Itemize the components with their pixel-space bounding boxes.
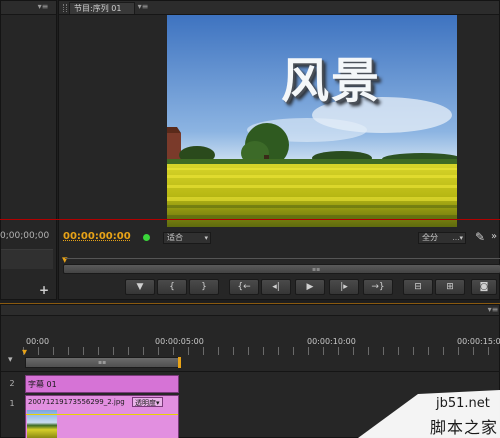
video-preview: 风景 <box>167 15 457 227</box>
work-area-end-handle[interactable] <box>178 357 181 368</box>
timeline-ruler[interactable]: 00:00 00:00:05:00 00:00:10:00 00:00:15:0… <box>23 333 500 357</box>
extract-button[interactable]: ⊞ <box>435 279 465 295</box>
tab-program-sequence[interactable]: 节目:序列 01 <box>69 2 135 14</box>
program-ruler <box>65 250 500 259</box>
marker-icon[interactable]: ▾ <box>8 355 13 365</box>
go-to-out-button[interactable]: →} <box>363 279 393 295</box>
add-marker-button[interactable]: ▼ <box>125 279 155 295</box>
panel-menu-icon[interactable]: ▾≡ <box>487 305 499 316</box>
track-separator <box>1 371 500 372</box>
clip-label: 字幕 01 <box>28 380 57 389</box>
ruler-label-2: 00:00:10:00 <box>307 337 356 346</box>
resolution-dropdown[interactable]: 全分 …▾ <box>418 232 466 244</box>
lift-button[interactable]: ⊟ <box>403 279 433 295</box>
add-icon[interactable]: + <box>39 283 49 297</box>
mark-out-button[interactable]: } <box>189 279 219 295</box>
ruler-label-3: 00:00:15:00 <box>457 337 500 346</box>
effect-dropdown[interactable]: 透明度▾ <box>132 397 163 407</box>
chevron-down-icon: …▾ <box>452 234 463 242</box>
source-timecode: 0;00;00;00 <box>0 231 50 241</box>
ruler-ticks <box>23 347 500 355</box>
work-area-grip: ▪▪ <box>98 359 107 366</box>
program-monitor-header: 节目:序列 01 ▾≡ <box>59 1 499 15</box>
effect-label: 透明度 <box>135 399 156 407</box>
title-clip[interactable]: 字幕 01 <box>25 375 179 393</box>
mark-in-button[interactable]: { <box>157 279 187 295</box>
step-back-button[interactable]: ◂| <box>261 279 291 295</box>
track-number: 2 <box>9 379 15 388</box>
image-title-text: 风景 <box>281 53 382 109</box>
video-clip[interactable]: 20071219173556299_2.jpg 透明度▾ <box>25 395 179 438</box>
go-to-in-button[interactable]: {← <box>229 279 259 295</box>
panel-menu-icon[interactable]: ▾≡ <box>37 2 49 13</box>
source-scrub-bar[interactable] <box>1 249 53 269</box>
source-panel: ▾≡ 0;00;00;00 + <box>0 0 57 300</box>
program-monitor: 节目:序列 01 ▾≡ 风景 00:00:00:00 适合 ▾ 全分 …▾ ✎ … <box>0 0 500 300</box>
ruler-label-0: 00:00 <box>26 337 50 346</box>
resolution-label: 全分 <box>422 233 438 242</box>
wrench-icon[interactable]: ✎ <box>475 230 485 244</box>
work-area-bar[interactable]: ▪▪ <box>25 357 181 368</box>
premiere-workspace: ▾≡ 0;00;00;00 + 节目:序列 01 ▾≡ 风景 00:00:00:… <box>0 0 500 438</box>
panel-grip-icon <box>63 4 67 12</box>
fit-dropdown[interactable]: 适合 ▾ <box>163 232 211 244</box>
opacity-line[interactable] <box>26 414 178 415</box>
track-number: 1 <box>9 399 15 408</box>
watermark: jb51.net 脚本之家 <box>358 390 500 438</box>
playhead-line <box>0 219 500 220</box>
chevron-down-icon: ▾ <box>156 399 160 407</box>
clip-label: 20071219173556299_2.jpg <box>28 398 125 406</box>
watermark-brand: 脚本之家 <box>430 418 499 437</box>
chevron-down-icon: ▾ <box>204 234 208 242</box>
zoom-scroll-bar[interactable]: ▪▪ <box>63 264 500 274</box>
step-forward-button[interactable]: |▸ <box>329 279 359 295</box>
export-frame-button[interactable]: ◙ <box>471 279 497 295</box>
watermark-site: jb51.net <box>436 396 490 411</box>
source-panel-header: ▾≡ <box>1 1 56 15</box>
panel-menu-icon[interactable]: ▾≡ <box>137 2 149 13</box>
fit-label: 适合 <box>167 233 183 242</box>
ruler-label-1: 00:00:05:00 <box>155 337 204 346</box>
current-timecode[interactable]: 00:00:00:00 <box>63 231 131 242</box>
play-button[interactable]: ▶ <box>295 279 325 295</box>
scroll-grip: ▪▪ <box>312 266 321 273</box>
status-dot-icon <box>143 234 150 241</box>
timeline-panel-header: ▾≡ <box>1 305 499 316</box>
expand-icon[interactable]: » <box>491 231 497 242</box>
